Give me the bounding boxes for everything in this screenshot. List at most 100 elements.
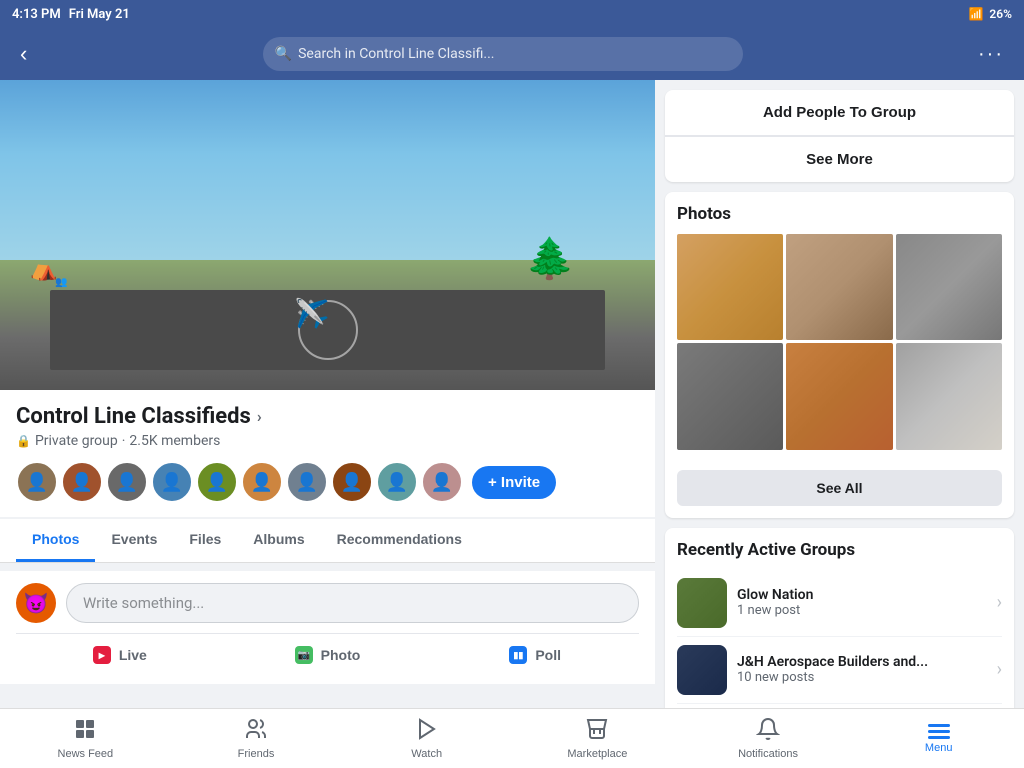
search-icon: 🔍: [275, 46, 292, 62]
bottom-nav: News Feed Friends Watch: [0, 708, 1024, 768]
group-item[interactable]: Glow Nation 1 new post ›: [677, 570, 1002, 637]
status-bar-left: 4:13 PM Fri May 21: [12, 7, 130, 22]
groups-section: Recently Active Groups Glow Nation 1 new…: [665, 528, 1014, 708]
trees-icon: 🌲: [525, 235, 575, 282]
photos-card: Photos See All: [665, 192, 1014, 518]
marketplace-label: Marketplace: [567, 748, 627, 760]
group-thumbnail: [677, 578, 727, 628]
avatar: 👤: [331, 461, 373, 503]
battery: 26%: [989, 7, 1012, 21]
nav-menu[interactable]: Menu: [853, 709, 1024, 768]
header: ‹ 🔍 Search in Control Line Classifi... ·…: [0, 28, 1024, 80]
news-feed-label: News Feed: [58, 748, 114, 760]
nav-tabs: Photos Events Files Albums Recommendatio…: [0, 519, 655, 563]
chevron-right-icon: ›: [997, 592, 1002, 613]
write-post-input: 😈 Write something...: [16, 583, 639, 623]
photo-icon: 📷: [295, 646, 313, 664]
nav-friends[interactable]: Friends: [171, 709, 342, 768]
members-avatars: 👤 👤 👤 👤 👤 👤 👤 👤 👤 👤 + Invite: [16, 461, 639, 503]
avatar: 👤: [376, 461, 418, 503]
back-button[interactable]: ‹: [12, 37, 35, 71]
chevron-icon: ›: [257, 407, 262, 426]
avatar: 👤: [151, 461, 193, 503]
wifi-icon: 📶: [968, 7, 983, 21]
recently-active-groups-card: Recently Active Groups Glow Nation 1 new…: [665, 528, 1014, 708]
marketplace-icon: [585, 717, 609, 745]
photo-thumb[interactable]: [677, 343, 783, 449]
group-item-info: Glow Nation 1 new post: [737, 587, 987, 618]
tab-photos[interactable]: Photos: [16, 519, 95, 562]
post-actions: ▶ Live 📷 Photo ▮▮ Poll: [16, 633, 639, 672]
friends-icon: [244, 717, 268, 745]
avatar: 👤: [16, 461, 58, 503]
watch-label: Watch: [411, 748, 442, 760]
more-button[interactable]: ···: [970, 39, 1012, 70]
write-post: 😈 Write something... ▶ Live 📷 Photo ▮▮ P…: [0, 571, 655, 684]
photo-thumb[interactable]: [896, 234, 1002, 340]
photo-thumb[interactable]: [786, 234, 892, 340]
avatar: 👤: [241, 461, 283, 503]
avatar: 👤: [61, 461, 103, 503]
avatar: 👤: [106, 461, 148, 503]
group-item-info: J&H Aerospace Builders and... 10 new pos…: [737, 654, 987, 685]
date: Fri May 21: [69, 7, 130, 22]
see-all-button[interactable]: See All: [677, 470, 1002, 506]
photo-button[interactable]: 📷 Photo: [224, 638, 432, 672]
search-bar[interactable]: 🔍 Search in Control Line Classifi...: [263, 37, 743, 71]
poll-button[interactable]: ▮▮ Poll: [431, 638, 639, 672]
tab-files[interactable]: Files: [173, 519, 237, 562]
right-panel: Add People To Group See More Photos See …: [655, 80, 1024, 708]
add-people-button[interactable]: Add People To Group: [665, 90, 1014, 136]
avatar: 👤: [421, 461, 463, 503]
live-icon: ▶: [93, 646, 111, 664]
friends-label: Friends: [238, 748, 275, 760]
notifications-icon: [756, 717, 780, 745]
group-thumbnail: [677, 645, 727, 695]
status-bar: 4:13 PM Fri May 21 📶 26%: [0, 0, 1024, 28]
avatar: 👤: [286, 461, 328, 503]
avatar: 👤: [196, 461, 238, 503]
write-something-input[interactable]: Write something...: [66, 583, 639, 623]
poll-icon: ▮▮: [509, 646, 527, 664]
group-item-name: Glow Nation: [737, 587, 987, 603]
photos-title: Photos: [677, 204, 1002, 224]
invite-button[interactable]: + Invite: [472, 466, 556, 499]
airplane-icon: ✈️: [295, 297, 330, 330]
nav-watch[interactable]: Watch: [341, 709, 512, 768]
status-bar-right: 📶 26%: [968, 7, 1012, 21]
group-meta: 🔒 Private group · 2.5K members: [16, 433, 639, 449]
nav-notifications[interactable]: Notifications: [683, 709, 854, 768]
time: 4:13 PM: [12, 7, 61, 22]
left-panel: 🌲 ⛺ ✈️ 👥 Control Line Classifieds › 🔒 Pr…: [0, 80, 655, 708]
photo-thumb[interactable]: [677, 234, 783, 340]
group-info: Control Line Classifieds › 🔒 Private gro…: [0, 390, 655, 517]
photos-grid: [677, 234, 1002, 450]
cover-photo: 🌲 ⛺ ✈️ 👥: [0, 80, 655, 390]
chevron-right-icon: ›: [997, 659, 1002, 680]
photos-section: Photos: [665, 192, 1014, 462]
user-avatar: 😈: [16, 583, 56, 623]
menu-label: Menu: [925, 742, 953, 754]
watch-icon: [415, 717, 439, 745]
tab-events[interactable]: Events: [95, 519, 173, 562]
people-icon: 👥: [55, 277, 67, 288]
main-layout: 🌲 ⛺ ✈️ 👥 Control Line Classifieds › 🔒 Pr…: [0, 80, 1024, 708]
photo-thumb[interactable]: [896, 343, 1002, 449]
live-button[interactable]: ▶ Live: [16, 638, 224, 672]
tab-recommendations[interactable]: Recommendations: [321, 519, 478, 562]
group-item[interactable]: J&H Aerospace Builders and... 10 new pos…: [677, 637, 1002, 704]
tent-icon: ⛺: [30, 257, 57, 282]
group-item-name: J&H Aerospace Builders and...: [737, 654, 987, 670]
nav-marketplace[interactable]: Marketplace: [512, 709, 683, 768]
menu-icon: [928, 724, 950, 739]
photo-thumb[interactable]: [786, 343, 892, 449]
nav-news-feed[interactable]: News Feed: [0, 709, 171, 768]
add-people-card: Add People To Group See More: [665, 90, 1014, 182]
group-item-posts: 10 new posts: [737, 670, 987, 685]
search-placeholder: Search in Control Line Classifi...: [298, 46, 494, 62]
see-more-button[interactable]: See More: [665, 137, 1014, 182]
tab-albums[interactable]: Albums: [237, 519, 320, 562]
group-item-posts: 1 new post: [737, 603, 987, 618]
group-name: Control Line Classifieds ›: [16, 404, 639, 429]
groups-title: Recently Active Groups: [677, 540, 1002, 560]
